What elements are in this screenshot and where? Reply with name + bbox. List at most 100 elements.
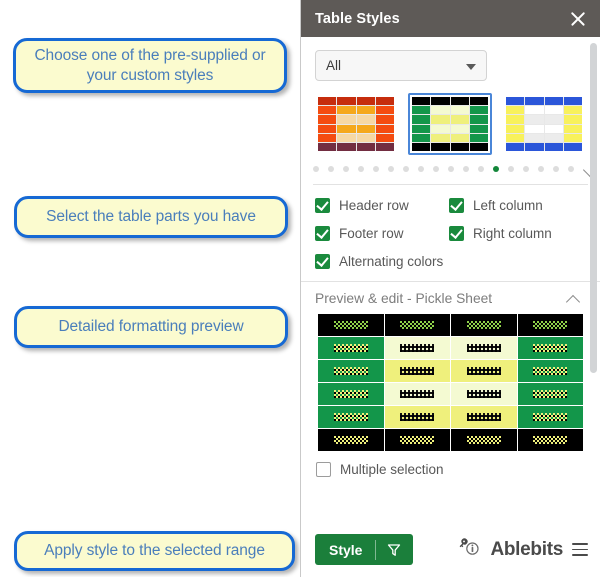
preview-cell[interactable] bbox=[383, 313, 451, 337]
preview-row[interactable] bbox=[317, 336, 584, 360]
pagination-dot[interactable] bbox=[448, 166, 454, 172]
panel-titlebar: Table Styles bbox=[301, 0, 600, 37]
preview-cell[interactable] bbox=[516, 382, 584, 406]
pagination-dot[interactable] bbox=[538, 166, 544, 172]
preview-cell[interactable] bbox=[317, 359, 385, 383]
preview-table[interactable] bbox=[317, 313, 584, 452]
obfuscated-text bbox=[533, 436, 568, 444]
option-alternating-colors[interactable]: Alternating colors bbox=[315, 254, 449, 269]
pagination-dot[interactable] bbox=[508, 166, 514, 172]
option-footer-row[interactable]: Footer row bbox=[315, 226, 449, 241]
obfuscated-text bbox=[400, 436, 435, 444]
style-thumbnail-orange-red-style[interactable] bbox=[314, 93, 398, 155]
pagination-dot[interactable] bbox=[358, 166, 364, 172]
style-filter-select[interactable]: All bbox=[315, 50, 487, 81]
thumbnail-cell bbox=[563, 97, 582, 106]
preview-row[interactable] bbox=[317, 428, 584, 452]
thumbnail-cell bbox=[450, 142, 469, 151]
multiple-selection-label: Multiple selection bbox=[340, 462, 444, 477]
preview-cell[interactable] bbox=[516, 336, 584, 360]
option-left-column[interactable]: Left column bbox=[449, 198, 588, 213]
preview-header[interactable]: Preview & edit - Pickle Sheet bbox=[301, 281, 600, 313]
thumbnail-cell bbox=[318, 106, 337, 115]
preview-cell[interactable] bbox=[516, 428, 584, 452]
pagination-dot[interactable] bbox=[553, 166, 559, 172]
thumbnail-cell bbox=[544, 124, 563, 133]
thumbnail-cell bbox=[525, 142, 544, 151]
hamburger-icon[interactable] bbox=[572, 543, 588, 556]
preview-cell[interactable] bbox=[383, 336, 451, 360]
pagination-dot[interactable] bbox=[568, 166, 574, 172]
obfuscated-text bbox=[400, 390, 435, 398]
preview-cell[interactable] bbox=[383, 405, 451, 429]
preview-cell[interactable] bbox=[450, 428, 518, 452]
thumbnail-cell bbox=[412, 142, 431, 151]
preview-cell[interactable] bbox=[383, 382, 451, 406]
option-header-row[interactable]: Header row bbox=[315, 198, 449, 213]
preview-row[interactable] bbox=[317, 359, 584, 383]
checkbox-box bbox=[315, 198, 330, 213]
panel-title: Table Styles bbox=[315, 10, 400, 27]
preview-cell[interactable] bbox=[383, 428, 451, 452]
chevron-up-icon[interactable] bbox=[566, 294, 582, 304]
preview-row[interactable] bbox=[317, 313, 584, 337]
preview-cell[interactable] bbox=[516, 405, 584, 429]
pagination-dot[interactable] bbox=[418, 166, 424, 172]
option-label: Left column bbox=[473, 198, 543, 213]
style-thumbnail-blue-yellow-style[interactable] bbox=[502, 93, 586, 155]
preview-cell[interactable] bbox=[450, 382, 518, 406]
pagination-dot[interactable] bbox=[523, 166, 529, 172]
preview-cell[interactable] bbox=[317, 382, 385, 406]
preview-cell[interactable] bbox=[450, 359, 518, 383]
preview-cell[interactable] bbox=[317, 336, 385, 360]
preview-cell[interactable] bbox=[516, 359, 584, 383]
preview-row[interactable] bbox=[317, 382, 584, 406]
pagination-dot[interactable] bbox=[433, 166, 439, 172]
obfuscated-text bbox=[466, 390, 501, 398]
checkbox-box bbox=[315, 226, 330, 241]
multiple-selection-checkbox[interactable]: Multiple selection bbox=[316, 462, 586, 477]
chevron-down-icon[interactable] bbox=[583, 164, 586, 174]
preview-cell[interactable] bbox=[383, 359, 451, 383]
obfuscated-text bbox=[533, 413, 568, 421]
thumbnail-cell bbox=[318, 142, 337, 151]
checkbox-box bbox=[316, 462, 331, 477]
thumbnail-cell bbox=[469, 124, 488, 133]
callout-table-parts: Select the table parts you have bbox=[14, 196, 288, 238]
pagination-dot[interactable] bbox=[313, 166, 319, 172]
preview-cell[interactable] bbox=[317, 428, 385, 452]
obfuscated-text bbox=[466, 344, 501, 352]
preview-row[interactable] bbox=[317, 405, 584, 429]
panel-scrollbar-track[interactable] bbox=[587, 37, 600, 524]
pagination-dot[interactable] bbox=[493, 166, 499, 172]
panel-scrollbar-thumb[interactable] bbox=[590, 43, 597, 373]
preview-cell[interactable] bbox=[317, 313, 385, 337]
thumbnail-cell bbox=[431, 124, 450, 133]
obfuscated-text bbox=[466, 321, 501, 329]
preview-cell[interactable] bbox=[450, 313, 518, 337]
apply-style-label: Style bbox=[329, 541, 363, 558]
preview-cell[interactable] bbox=[450, 336, 518, 360]
pagination-dot[interactable] bbox=[373, 166, 379, 172]
thumbnail-cell bbox=[356, 97, 375, 106]
key-info-icon[interactable] bbox=[457, 536, 481, 563]
style-thumbnail-green-yellow-style[interactable] bbox=[408, 93, 492, 155]
preview-cell[interactable] bbox=[317, 405, 385, 429]
thumbnail-cell bbox=[337, 115, 356, 124]
pagination-dot[interactable] bbox=[403, 166, 409, 172]
pagination-dot[interactable] bbox=[328, 166, 334, 172]
pagination-dot[interactable] bbox=[388, 166, 394, 172]
pagination-dot[interactable] bbox=[478, 166, 484, 172]
thumbnail-cell bbox=[469, 97, 488, 106]
pagination-dot[interactable] bbox=[343, 166, 349, 172]
preview-cell[interactable] bbox=[450, 405, 518, 429]
thumbnail-cell bbox=[412, 97, 431, 106]
pagination-dot[interactable] bbox=[463, 166, 469, 172]
preview-cell[interactable] bbox=[516, 313, 584, 337]
option-right-column[interactable]: Right column bbox=[449, 226, 588, 241]
thumbnail-cell bbox=[506, 115, 525, 124]
thumbnail-cell bbox=[506, 97, 525, 106]
apply-style-button[interactable]: Style bbox=[315, 534, 414, 565]
funnel-icon[interactable] bbox=[376, 543, 413, 557]
close-icon[interactable] bbox=[568, 9, 588, 29]
